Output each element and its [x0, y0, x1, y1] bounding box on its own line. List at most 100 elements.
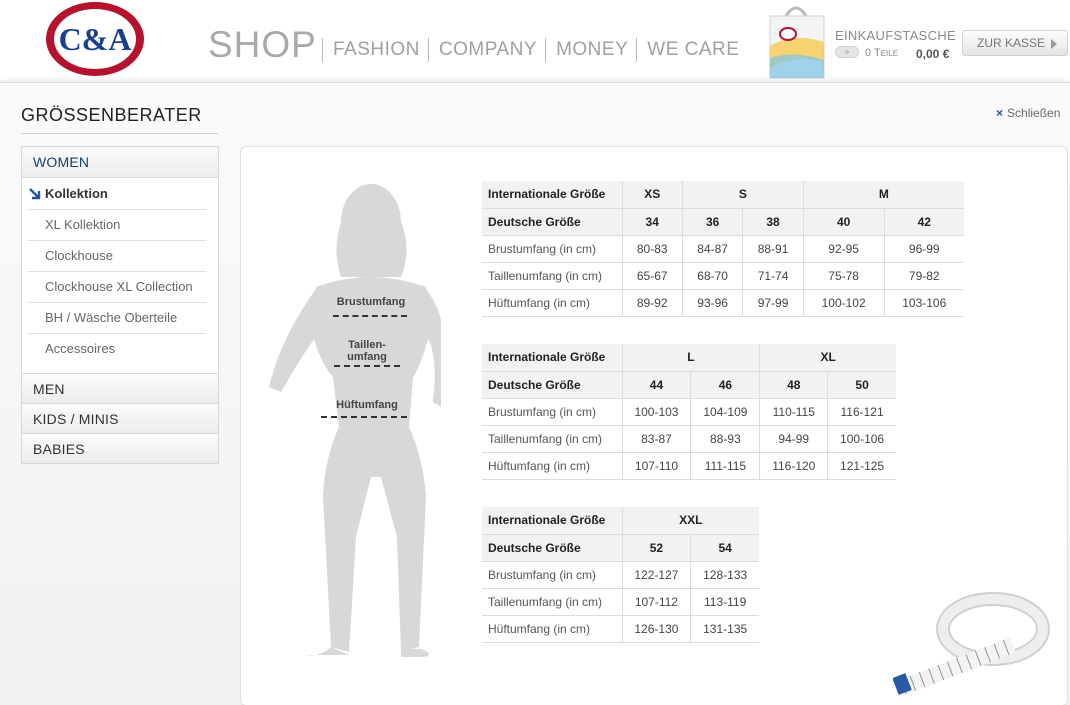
row-label-de: Deutsche Größe — [482, 371, 622, 399]
bag-toggle-icon[interactable]: » — [835, 46, 859, 58]
hip-value: 131-135 — [690, 615, 759, 643]
intl-size-xxl: XXL — [621, 507, 759, 535]
bust-value: 128-133 — [690, 561, 759, 589]
intl-size-xs: XS — [621, 181, 683, 209]
subcategory-clockhouse[interactable]: Clockhouse — [27, 241, 206, 272]
bust-value: 88-91 — [742, 235, 804, 263]
subcategory-clockhouse-xl[interactable]: Clockhouse XL Collection — [27, 272, 206, 303]
de-size: 52 — [621, 534, 691, 562]
close-button[interactable]: × Schließen — [996, 106, 1060, 120]
table-row: Taillenumfang (in cm) 83-87 88-93 94-99 … — [482, 425, 896, 453]
waist-label-line2: umfang — [347, 351, 387, 363]
row-label-waist: Taillenumfang (in cm) — [482, 588, 622, 616]
category-babies[interactable]: BABIES — [22, 433, 218, 463]
row-label-hip: Hüftumfang (in cm) — [482, 289, 622, 317]
close-label: Schließen — [1007, 106, 1061, 120]
bust-label: Brustumfang — [336, 296, 406, 308]
bust-value: 84-87 — [681, 235, 743, 263]
table-row: Hüftumfang (in cm) 107-110 111-115 116-1… — [482, 452, 896, 480]
shop-label[interactable]: SHOP — [208, 24, 317, 66]
waist-value: 88-93 — [690, 425, 760, 453]
hip-value: 93-96 — [681, 289, 743, 317]
nav-fashion[interactable]: FASHION — [322, 38, 428, 62]
main-nav: FASHION COMPANY MONEY WE CARE — [322, 38, 747, 62]
table-row: Brustumfang (in cm) 80-83 84-87 88-91 92… — [482, 235, 964, 263]
subcategory-xl-kollektion[interactable]: XL Kollektion — [27, 210, 206, 241]
row-label-hip: Hüftumfang (in cm) — [482, 615, 622, 643]
size-advisor-overlay: GRÖSSENBERATER × Schließen WOMEN Kollekti… — [0, 82, 1070, 705]
intl-size-xl: XL — [759, 344, 896, 372]
table-row: Deutsche Größe 34 36 38 40 42 — [482, 208, 964, 236]
category-men[interactable]: MEN — [22, 373, 218, 403]
waist-value: 94-99 — [759, 425, 828, 453]
de-size: 38 — [742, 208, 804, 236]
nav-we-care[interactable]: WE CARE — [636, 38, 747, 62]
table-row: Taillenumfang (in cm) 65-67 68-70 71-74 … — [482, 262, 964, 290]
bag-title[interactable]: EINKAUFSTASCHE — [835, 28, 956, 43]
table-row: Deutsche Größe 52 54 — [482, 534, 759, 562]
nav-money[interactable]: MONEY — [545, 38, 636, 62]
waist-value: 100-106 — [827, 425, 896, 453]
table-row: Hüftumfang (in cm) 89-92 93-96 97-99 100… — [482, 289, 964, 317]
table-row: Brustumfang (in cm) 122-127 128-133 — [482, 561, 759, 589]
hip-value: 103-106 — [883, 289, 964, 317]
de-size: 50 — [827, 371, 896, 399]
hip-label: Hüftumfang — [336, 399, 398, 411]
de-size: 54 — [690, 534, 759, 562]
hip-value: 126-130 — [621, 615, 691, 643]
category-kids-minis[interactable]: KIDS / MINIS — [22, 403, 218, 433]
site-header: C&A SHOP FASHION COMPANY MONEY WE CARE E… — [0, 0, 1070, 82]
row-label-intl: Internationale Größe — [482, 181, 622, 209]
category-sidebar: WOMEN Kollektion XL Kollektion Clockhous… — [21, 146, 219, 464]
table-row: Taillenumfang (in cm) 107-112 113-119 — [482, 588, 759, 616]
size-table-l-xl: Internationale Größe L XL Deutsche Größe… — [482, 344, 896, 480]
hip-value: 116-120 — [759, 452, 828, 480]
row-label-intl: Internationale Größe — [482, 344, 622, 372]
subcategory-label: Kollektion — [45, 186, 108, 201]
de-size: 44 — [621, 371, 691, 399]
measuring-tape-icon — [893, 592, 1050, 695]
subcategory-accessoires[interactable]: Accessoires — [27, 334, 206, 365]
subcategory-kollektion[interactable]: Kollektion — [27, 179, 206, 210]
row-label-hip: Hüftumfang (in cm) — [482, 452, 622, 480]
row-label-de: Deutsche Größe — [482, 208, 622, 236]
waist-label-line1: Taillen- — [348, 339, 386, 351]
de-size: 46 — [690, 371, 760, 399]
intl-size-l: L — [621, 344, 760, 372]
row-label-bust: Brustumfang (in cm) — [482, 398, 622, 426]
table-row: Deutsche Größe 44 46 48 50 — [482, 371, 896, 399]
checkout-button[interactable]: ZUR KASSE — [962, 30, 1068, 56]
size-chart-panel: Brustumfang Taillen- umfang Hüftumfang I… — [240, 146, 1068, 705]
size-table-xs-m: Internationale Größe XS S M Deutsche Grö… — [482, 181, 964, 317]
checkout-label: ZUR KASSE — [977, 36, 1046, 50]
waist-value: 75-78 — [802, 262, 884, 290]
row-label-waist: Taillenumfang (in cm) — [482, 262, 622, 290]
category-women[interactable]: WOMEN — [22, 147, 218, 177]
ca-logo[interactable]: C&A — [44, 0, 146, 78]
hip-value: 100-102 — [802, 289, 884, 317]
table-row: Internationale Größe XS S M — [482, 181, 964, 209]
waist-dashed-line — [334, 365, 400, 367]
bust-value: 116-121 — [827, 398, 896, 426]
waist-value: 107-112 — [621, 588, 691, 616]
subcategory-bh-waesche[interactable]: BH / Wäsche Oberteile — [27, 303, 206, 334]
de-size: 40 — [802, 208, 884, 236]
row-label-bust: Brustumfang (in cm) — [482, 235, 622, 263]
page-title: GRÖSSENBERATER — [21, 105, 202, 125]
women-subcategories: Kollektion XL Kollektion Clockhouse Cloc… — [22, 177, 218, 373]
female-silhouette-image — [269, 184, 441, 657]
table-row: Hüftumfang (in cm) 126-130 131-135 — [482, 615, 759, 643]
table-row: Internationale Größe XXL — [482, 507, 759, 535]
arrow-right-icon — [1051, 39, 1057, 49]
waist-value: 79-82 — [883, 262, 964, 290]
nav-company[interactable]: COMPANY — [427, 38, 545, 62]
row-label-bust: Brustumfang (in cm) — [482, 561, 622, 589]
hip-dashed-line — [321, 416, 407, 418]
hip-value: 111-115 — [690, 452, 760, 480]
bust-value: 100-103 — [621, 398, 691, 426]
hip-value: 121-125 — [827, 452, 896, 480]
waist-value: 71-74 — [742, 262, 804, 290]
shopping-bag-icon[interactable] — [764, 2, 828, 80]
hip-value: 97-99 — [742, 289, 804, 317]
row-label-de: Deutsche Größe — [482, 534, 622, 562]
